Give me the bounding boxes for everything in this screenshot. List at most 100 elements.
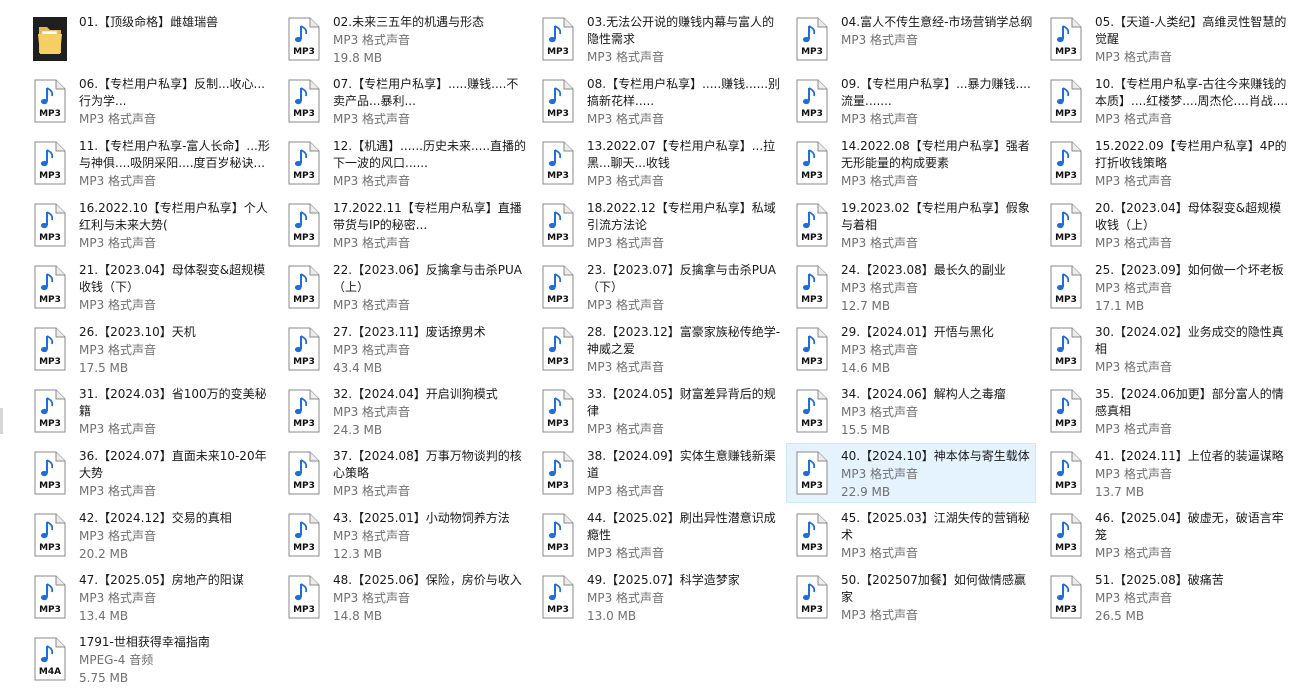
file-item[interactable]: MP3 05.【天道-人类纪】高维灵性智慧的觉醒 MP3 格式声音 — [1040, 9, 1290, 69]
file-item[interactable]: MP3 28.【2023.12】富豪家族秘传绝学-神威之爱 MP3 格式声音 — [532, 319, 782, 379]
file-item[interactable]: 01.【顶级命格】雌雄瑞兽 — [24, 9, 274, 69]
file-item[interactable]: MP3 32.【2024.04】开启训狗模式 MP3 格式声音 24.3 MB — [278, 381, 528, 441]
file-item[interactable]: MP3 33.【2024.05】财富差异背后的规律 MP3 格式声音 — [532, 381, 782, 441]
file-item[interactable]: MP3 47.【2025.05】房地产的阳谋 MP3 格式声音 13.4 MB — [24, 567, 274, 627]
file-type: MP3 格式声音 — [841, 343, 919, 357]
folder-icon — [33, 17, 67, 61]
file-item-text: 29.【2024.01】开悟与黑化 MP3 格式声音 14.6 MB — [841, 324, 1035, 377]
file-item[interactable]: MP3 14.2022.08【专栏用户私享】强者无形能量的构成要素 MP3 格式声音 — [786, 133, 1036, 193]
file-item[interactable]: MP3 10.【专栏用户私享-古往今来赚钱的本质】....红楼梦....周杰伦..… — [1040, 71, 1290, 131]
file-item[interactable]: MP3 46.【2025.04】破虚无，破语言牢笼 MP3 格式声音 — [1040, 505, 1290, 565]
file-item[interactable]: MP3 45.【2025.03】江湖失传的营销秘术 MP3 格式声音 — [786, 505, 1036, 565]
file-item-text: 10.【专栏用户私享-古往今来赚钱的本质】....红楼梦....周杰伦....肖… — [1095, 76, 1289, 128]
file-item[interactable]: MP3 36.【2024.07】直面未来10-20年大势 MP3 格式声音 — [24, 443, 274, 503]
file-item[interactable]: MP3 20.【2023.04】母体裂变&超规模收钱（上） MP3 格式声音 — [1040, 195, 1290, 255]
file-item-text: 19.2023.02【专栏用户私享】假象与着相 MP3 格式声音 — [841, 200, 1035, 252]
file-name: 18.2022.12【专栏用户私享】私域引流方法论 — [587, 201, 776, 232]
file-size: 12.3 MB — [333, 547, 383, 561]
file-name: 01.【顶级命格】雌雄瑞兽 — [79, 15, 219, 29]
file-name: 29.【2024.01】开悟与黑化 — [841, 325, 994, 339]
file-item-text: 15.2022.09【专栏用户私享】4P的打折收钱策略 MP3 格式声音 — [1095, 138, 1289, 190]
file-item[interactable]: MP3 13.2022.07【专栏用户私享】...拉黑...聊天...收钱 MP3 … — [532, 133, 782, 193]
file-item[interactable]: MP3 30.【2024.02】业务成交的隐性真相 MP3 格式声音 — [1040, 319, 1290, 379]
file-type: MP3 格式声音 — [79, 112, 157, 126]
file-item[interactable]: MP3 27.【2023.11】废话撩男术 MP3 格式声音 43.4 MB — [278, 319, 528, 379]
file-type: MP3 格式声音 — [1095, 591, 1173, 605]
file-item[interactable]: MP3 12.【机遇】......历史未来.....直播的下一波的风口......… — [278, 133, 528, 193]
file-item[interactable]: MP3 35.【2024.06加更】部分富人的情感真相 MP3 格式声音 — [1040, 381, 1290, 441]
file-item[interactable]: MP3 51.【2025.08】破痛苦 MP3 格式声音 26.5 MB — [1040, 567, 1290, 627]
mp3-icon: MP3 — [33, 79, 67, 123]
file-item[interactable]: MP3 49.【2025.07】科学造梦家 MP3 格式声音 13.0 MB — [532, 567, 782, 627]
file-item[interactable]: MP3 48.【2025.06】保险，房价与收入 MP3 格式声音 14.8 MB — [278, 567, 528, 627]
file-name: 47.【2025.05】房地产的阳谋 — [79, 573, 244, 587]
file-type: MP3 格式声音 — [333, 174, 411, 188]
mp3-icon: MP3 — [795, 327, 829, 371]
file-name: 38.【2024.09】实体生意赚钱新渠道 — [587, 449, 776, 480]
file-item[interactable]: MP3 26.【2023.10】天机 MP3 格式声音 17.5 MB — [24, 319, 274, 379]
file-name: 44.【2025.02】刷出异性潜意识成瘾性 — [587, 511, 776, 542]
file-type: MP3 格式声音 — [79, 484, 157, 498]
file-item[interactable]: MP3 37.【2024.08】万事万物谈判的核心策略 MP3 格式声音 — [278, 443, 528, 503]
file-type: MP3 格式声音 — [587, 422, 665, 436]
file-size: 17.5 MB — [79, 361, 129, 375]
file-item[interactable]: MP3 02.未来三五年的机遇与形态 MP3 格式声音 19.8 MB — [278, 9, 528, 69]
file-item-text: 21.【2023.04】母体裂变&超规模收钱（下） MP3 格式声音 — [79, 262, 273, 314]
file-name: 35.【2024.06加更】部分富人的情感真相 — [1095, 387, 1284, 418]
file-item-text: 25.【2023.09】如何做一个坏老板 MP3 格式声音 17.1 MB — [1095, 262, 1289, 315]
file-item-text: 06.【专栏用户私享】反制...收心...行为学... MP3 格式声音 — [79, 76, 273, 128]
file-ext-label: MP3 — [801, 605, 823, 615]
file-ext-label: MP3 — [547, 233, 569, 243]
file-type: MP3 格式声音 — [587, 360, 665, 374]
file-item[interactable]: M4A 1791-世相获得幸福指南 MPEG-4 音频 5.75 MB — [24, 629, 274, 689]
file-item[interactable]: MP3 07.【专栏用户私享】.....赚钱....不卖产品...暴利... MP3… — [278, 71, 528, 131]
file-item[interactable]: MP3 06.【专栏用户私享】反制...收心...行为学... MP3 格式声音 — [24, 71, 274, 131]
file-ext-label: MP3 — [39, 171, 61, 181]
file-item[interactable]: MP3 17.2022.11【专栏用户私享】直播带货与IP的秘密... MP3 格式… — [278, 195, 528, 255]
scrollbar-edge[interactable] — [0, 408, 3, 434]
mp3-icon: MP3 — [1049, 17, 1083, 61]
file-type: MP3 格式声音 — [333, 298, 411, 312]
file-name: 09.【专栏用户私享】...暴力赚钱....流量....... — [841, 77, 1031, 108]
file-item[interactable]: MP3 15.2022.09【专栏用户私享】4P的打折收钱策略 MP3 格式声音 — [1040, 133, 1290, 193]
file-name: 21.【2023.04】母体裂变&超规模收钱（下） — [79, 263, 266, 294]
file-item-text: 08.【专栏用户私享】.....赚钱......别搞新花样..... MP3 格式… — [587, 76, 781, 128]
mp3-icon: MP3 — [287, 141, 321, 185]
file-item[interactable]: MP3 04.富人不传生意经-市场营销学总纲 MP3 格式声音 — [786, 9, 1036, 69]
file-item[interactable]: MP3 22.【2023.06】反擒拿与击杀PUA（上） MP3 格式声音 — [278, 257, 528, 317]
mp3-icon: MP3 — [287, 203, 321, 247]
file-item[interactable]: MP3 40.【2024.10】神本体与寄生载体 MP3 格式声音 22.9 MB — [786, 443, 1036, 503]
file-item[interactable]: MP3 23.【2023.07】反擒拿与击杀PUA（下） MP3 格式声音 — [532, 257, 782, 317]
mp3-icon: MP3 — [541, 79, 575, 123]
file-item[interactable]: MP3 34.【2024.06】解构人之毒瘤 MP3 格式声音 15.5 MB — [786, 381, 1036, 441]
file-type: MP3 格式声音 — [587, 484, 665, 498]
file-item[interactable]: MP3 25.【2023.09】如何做一个坏老板 MP3 格式声音 17.1 MB — [1040, 257, 1290, 317]
file-type: MP3 格式声音 — [333, 484, 411, 498]
file-ext-label: MP3 — [801, 171, 823, 181]
file-item[interactable]: MP3 29.【2024.01】开悟与黑化 MP3 格式声音 14.6 MB — [786, 319, 1036, 379]
file-item[interactable]: MP3 18.2022.12【专栏用户私享】私域引流方法论 MP3 格式声音 — [532, 195, 782, 255]
file-item[interactable]: MP3 19.2023.02【专栏用户私享】假象与着相 MP3 格式声音 — [786, 195, 1036, 255]
file-item[interactable]: MP3 11.【专栏用户私享-富人长命】...形与神俱....吸阴采阳....度百… — [24, 133, 274, 193]
file-item[interactable]: MP3 43.【2025.01】小动物饲养方法 MP3 格式声音 12.3 MB — [278, 505, 528, 565]
file-item[interactable]: MP3 03.无法公开说的赚钱内幕与富人的隐性需求 MP3 格式声音 — [532, 9, 782, 69]
mp3-icon: MP3 — [33, 327, 67, 371]
file-type: MP3 格式声音 — [841, 608, 919, 622]
file-name: 05.【天道-人类纪】高维灵性智慧的觉醒 — [1095, 15, 1287, 46]
file-item[interactable]: MP3 09.【专栏用户私享】...暴力赚钱....流量....... MP3 格式… — [786, 71, 1036, 131]
mp3-icon: MP3 — [287, 79, 321, 123]
file-item[interactable]: MP3 41.【2024.11】上位者的装逼谋略 MP3 格式声音 13.7 MB — [1040, 443, 1290, 503]
file-item[interactable]: MP3 21.【2023.04】母体裂变&超规模收钱（下） MP3 格式声音 — [24, 257, 274, 317]
file-item[interactable]: MP3 42.【2024.12】交易的真相 MP3 格式声音 20.2 MB — [24, 505, 274, 565]
file-item[interactable]: MP3 50.【202507加餐】如何做情感赢家 MP3 格式声音 — [786, 567, 1036, 627]
mp3-icon: MP3 — [795, 17, 829, 61]
file-item[interactable]: MP3 31.【2024.03】省100万的变美秘籍 MP3 格式声音 — [24, 381, 274, 441]
file-size: 13.0 MB — [587, 609, 637, 623]
file-item[interactable]: MP3 38.【2024.09】实体生意赚钱新渠道 MP3 格式声音 — [532, 443, 782, 503]
file-ext-label: MP3 — [547, 109, 569, 119]
file-item[interactable]: MP3 24.【2023.08】最长久的副业 MP3 格式声音 12.7 MB — [786, 257, 1036, 317]
file-item[interactable]: MP3 16.2022.10【专栏用户私享】个人红利与未来大势(MP3 格式声音 — [24, 195, 274, 255]
file-item[interactable]: MP3 08.【专栏用户私享】.....赚钱......别搞新花样..... MP3… — [532, 71, 782, 131]
file-item[interactable]: MP3 44.【2025.02】刷出异性潜意识成瘾性 MP3 格式声音 — [532, 505, 782, 565]
file-size: 13.7 MB — [1095, 485, 1145, 499]
